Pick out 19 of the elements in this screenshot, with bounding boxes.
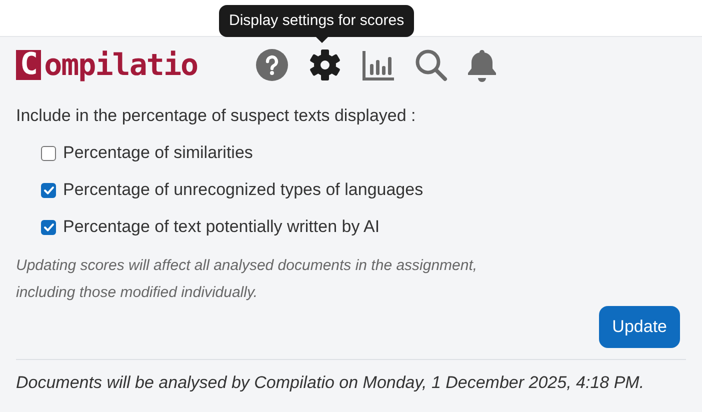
tooltip: Display settings for scores (219, 5, 414, 37)
settings-icon[interactable] (308, 48, 342, 82)
checkbox[interactable] (41, 220, 56, 234)
note-text: Updating scores will affect all analysed documents in the assignment, (16, 256, 478, 276)
bell-icon[interactable] (467, 48, 497, 82)
checkbox-label[interactable]: Percentage of similarities (63, 142, 253, 164)
note-text: including those modified individually. (16, 283, 258, 303)
tooltip-pointer (316, 37, 328, 43)
help-icon[interactable] (255, 48, 289, 82)
settings-heading: Include in the percentage of suspect texts displayed : (16, 105, 417, 127)
checkbox-label[interactable]: Percentage of text potentially written by AI (63, 216, 380, 238)
checkbox[interactable] (41, 182, 56, 198)
checkbox[interactable] (41, 146, 56, 160)
footer-text: Documents will be analysed by Compilatio on Monday, 1 December 2025, 4:18 PM. (16, 373, 646, 393)
checkbox-label[interactable]: Percentage of unrecognized types of languages (63, 179, 424, 201)
bar-chart-icon[interactable] (361, 48, 395, 82)
logo: C ompilatio (16, 48, 235, 82)
update-button[interactable]: Update (599, 306, 680, 348)
search-icon[interactable] (414, 48, 448, 82)
